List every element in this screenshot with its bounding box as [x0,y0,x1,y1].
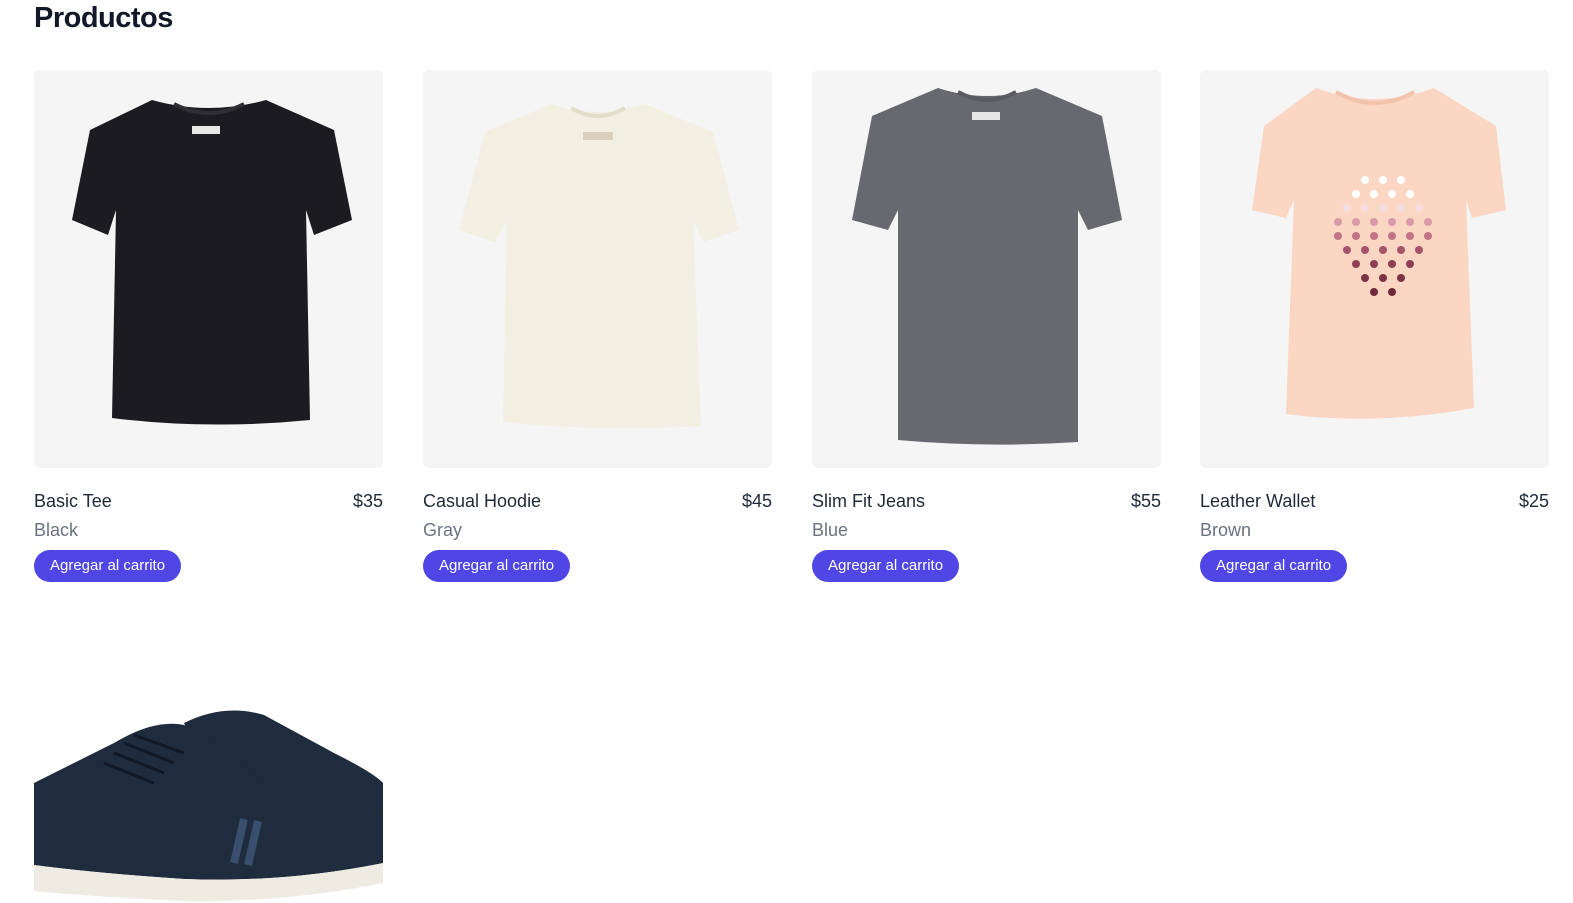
tshirt-icon [72,100,352,425]
dot [1379,176,1387,184]
product-color: Gray [423,520,463,540]
product-image[interactable] [1200,70,1549,468]
dot [1361,274,1369,282]
dot [1388,232,1396,240]
dot [1370,260,1378,268]
dot [1352,232,1360,240]
dot [1361,204,1369,212]
dot [1370,190,1378,198]
product-image[interactable] [34,633,383,903]
add-to-cart-button[interactable]: Agregar al carrito [812,550,960,582]
dot [1388,218,1396,226]
product-name[interactable]: Slim Fit Jeans [812,491,925,512]
dot [1397,274,1405,282]
dot [1379,246,1387,254]
product-color: Black [34,520,79,540]
dot [1388,288,1396,296]
dot [1343,246,1351,254]
dot [1397,176,1405,184]
dot [1352,218,1360,226]
product-name[interactable]: Leather Wallet [1200,491,1315,512]
dot [1415,204,1423,212]
add-to-cart-button[interactable]: Agregar al carrito [34,550,182,582]
dot [1379,274,1387,282]
product-price: $35 [352,490,383,511]
dot [1370,232,1378,240]
dot [1424,218,1432,226]
product-card[interactable] [34,633,383,903]
sneaker-icon [34,710,383,902]
product-image[interactable] [423,70,772,468]
product-card[interactable]: Casual Hoodie $45 Gray Agregar al carrit… [423,70,772,582]
dot [1334,218,1342,226]
dot [1406,232,1414,240]
dot [1379,204,1387,212]
page-title: Productos [34,2,173,34]
product-image[interactable] [34,70,383,468]
dot [1406,260,1414,268]
dot [1415,246,1423,254]
product-price: $45 [741,490,772,511]
product-image[interactable] [812,70,1161,468]
product-card[interactable]: Leather Wallet $25 Brown Agregar al carr… [1200,70,1549,582]
dot [1406,218,1414,226]
add-to-cart-button[interactable]: Agregar al carrito [1200,550,1348,582]
product-card[interactable]: Slim Fit Jeans $55 Blue Agregar al carri… [812,70,1161,582]
tshirt-icon [852,88,1122,445]
dot [1334,232,1342,240]
product-color: Brown [1200,520,1252,540]
dot [1343,204,1351,212]
dot [1361,246,1369,254]
dot [1370,288,1378,296]
product-name[interactable]: Basic Tee [34,491,112,512]
product-card[interactable]: Basic Tee $35 Black Agregar al carrito [34,70,383,582]
dot [1352,260,1360,268]
dot [1388,260,1396,268]
tshirt-icon [1252,88,1506,419]
dot [1406,190,1414,198]
dot [1397,246,1405,254]
product-name[interactable]: Casual Hoodie [423,491,541,512]
tshirt-icon [459,104,739,429]
dot [1352,190,1360,198]
product-color: Blue [812,520,849,540]
dot [1424,232,1432,240]
dot [1370,218,1378,226]
dot [1388,190,1396,198]
product-price: $55 [1130,490,1161,511]
dot [1397,204,1405,212]
add-to-cart-button[interactable]: Agregar al carrito [423,550,571,582]
dot [1361,176,1369,184]
product-price: $25 [1518,490,1549,511]
